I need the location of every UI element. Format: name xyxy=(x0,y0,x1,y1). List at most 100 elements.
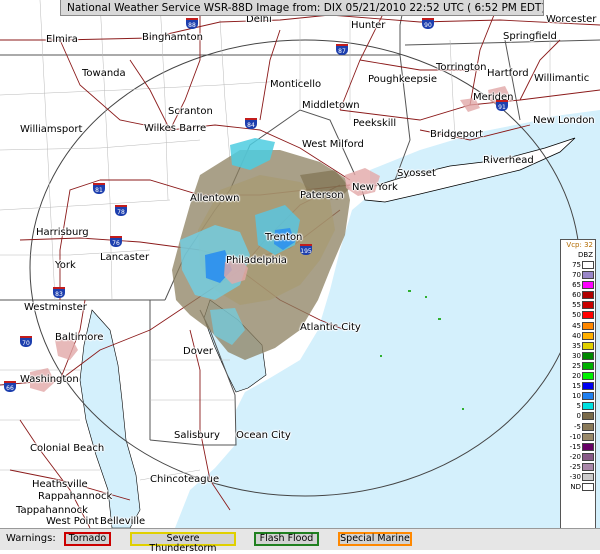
city-label-paterson: Paterson xyxy=(300,190,344,201)
city-label-poughkeepsie: Poughkeepsie xyxy=(368,74,438,85)
legend-row: -5 xyxy=(561,422,595,432)
legend-value: 25 xyxy=(572,361,581,370)
legend-row: 5 xyxy=(561,401,595,411)
warning-flash-flood-button[interactable]: Flash Flood xyxy=(254,532,319,546)
interstate-90-shield: 90 xyxy=(422,18,434,29)
legend-row: 45 xyxy=(561,321,595,331)
legend-row: 15 xyxy=(561,381,595,391)
legend-value: -10 xyxy=(569,432,581,441)
interstate-84-shield: 84 xyxy=(245,118,257,129)
city-label-harrisburg: Harrisburg xyxy=(36,227,89,238)
city-label-salisbury: Salisbury xyxy=(174,430,220,441)
city-label-wilkes-barre: Wilkes Barre xyxy=(144,123,207,134)
city-label-trenton: Trenton xyxy=(265,232,303,243)
city-label-west-point: West Point xyxy=(46,516,99,527)
city-label-chincoteague: Chincoteague xyxy=(150,474,220,485)
city-label-towanda: Towanda xyxy=(82,68,126,79)
legend-color-swatch xyxy=(582,382,594,391)
city-label-west-milford: West Milford xyxy=(302,139,364,150)
legend-row: 55 xyxy=(561,300,595,310)
legend-row: 30 xyxy=(561,351,595,361)
city-label-belleville: Belleville xyxy=(100,516,146,527)
warning-tornado-button[interactable]: Tornado xyxy=(64,532,111,546)
legend-row: 40 xyxy=(561,331,595,341)
warning-special-marine-button[interactable]: Special Marine xyxy=(338,532,412,546)
legend-color-swatch xyxy=(582,331,594,340)
legend-value: -30 xyxy=(569,472,581,481)
legend-value: 55 xyxy=(572,301,581,310)
legend-scale: 75 70 65 60 55 50 45 40 35 30 25 20 15 10 5 0 -5 -10 -15 -2… xyxy=(561,260,595,492)
reflectivity-legend: Vcp: 32 DBZ 75 70 65 60 55 50 45 40 35 30 25 20 15 10… xyxy=(560,239,596,544)
legend-value: -5 xyxy=(574,422,581,431)
legend-value: 60 xyxy=(572,291,581,300)
interstate-76-shield: 76 xyxy=(110,236,122,247)
city-label-washington: Washington xyxy=(20,374,79,385)
legend-color-swatch xyxy=(582,422,594,431)
warning-flash-flood-label: Flash Flood xyxy=(259,533,314,544)
city-label-scranton: Scranton xyxy=(168,106,213,117)
legend-value: -20 xyxy=(569,452,581,461)
legend-color-swatch xyxy=(582,472,594,481)
city-label-hunter: Hunter xyxy=(351,20,386,31)
legend-color-swatch xyxy=(582,341,594,350)
warnings-label: Warnings: xyxy=(6,533,56,544)
interstate-87-shield: 87 xyxy=(336,44,348,55)
legend-color-swatch xyxy=(582,271,594,280)
warning-severe-thunderstorm-button[interactable]: Severe Thunderstorm xyxy=(130,532,236,554)
legend-color-swatch xyxy=(582,372,594,381)
legend-color-swatch xyxy=(582,321,594,330)
city-label-colonial-beach: Colonial Beach xyxy=(30,443,105,454)
city-label-riverhead: Riverhead xyxy=(483,155,534,166)
interstate-81-shield: 81 xyxy=(93,183,105,194)
legend-value: 50 xyxy=(572,311,581,320)
legend-color-swatch xyxy=(582,291,594,300)
interstate-91-shield: 91 xyxy=(496,100,508,111)
legend-value: 65 xyxy=(572,281,581,290)
legend-color-swatch xyxy=(582,311,594,320)
legend-mode-label: Vcp: 32 xyxy=(561,240,595,250)
legend-row: -15 xyxy=(561,442,595,452)
city-label-allentown: Allentown xyxy=(190,193,240,204)
warning-special-marine-label: Special Marine xyxy=(340,533,410,544)
legend-color-swatch xyxy=(582,301,594,310)
warning-severe-thunderstorm-label: Severe Thunderstorm xyxy=(149,533,217,554)
legend-color-swatch xyxy=(582,432,594,441)
legend-value: 0 xyxy=(576,412,581,421)
legend-color-swatch xyxy=(582,462,594,471)
legend-row: 50 xyxy=(561,310,595,320)
legend-value: 35 xyxy=(572,341,581,350)
legend-row: -25 xyxy=(561,462,595,472)
legend-value: 5 xyxy=(576,402,581,411)
legend-row: 0 xyxy=(561,411,595,421)
city-label-willimantic: Willimantic xyxy=(534,73,590,84)
legend-value: 45 xyxy=(572,321,581,330)
city-label-bridgeport: Bridgeport xyxy=(430,129,484,140)
legend-unit-label: DBZ xyxy=(578,251,593,259)
legend-color-swatch xyxy=(582,392,594,401)
legend-row: 60 xyxy=(561,290,595,300)
city-label-baltimore: Baltimore xyxy=(55,332,104,343)
legend-row: 35 xyxy=(561,341,595,351)
legend-row: -30 xyxy=(561,472,595,482)
city-label-rappahannock: Rappahannock xyxy=(38,491,113,502)
city-label-dover: Dover xyxy=(183,346,213,357)
legend-value: 30 xyxy=(572,351,581,360)
warning-tornado-label: Tornado xyxy=(68,533,107,544)
city-label-peekskill: Peekskill xyxy=(353,118,397,129)
interstate-78-shield: 78 xyxy=(115,205,127,216)
city-label-binghamton: Binghamton xyxy=(142,32,203,43)
image-title-bar: National Weather Service WSR-88D Image f… xyxy=(60,0,544,16)
legend-value: 75 xyxy=(572,261,581,269)
city-label-worcester: Worcester xyxy=(546,14,597,25)
legend-value: 40 xyxy=(572,331,581,340)
interstate-83-shield: 83 xyxy=(53,287,65,298)
legend-color-swatch xyxy=(582,402,594,411)
legend-row: 10 xyxy=(561,391,595,401)
legend-row: 25 xyxy=(561,361,595,371)
city-label-elmira: Elmira xyxy=(46,34,78,45)
legend-value: 15 xyxy=(572,382,581,391)
legend-value: 20 xyxy=(572,372,581,381)
legend-value: 10 xyxy=(572,392,581,401)
city-label-new-york: New York xyxy=(352,182,398,193)
legend-value: 70 xyxy=(572,271,581,280)
